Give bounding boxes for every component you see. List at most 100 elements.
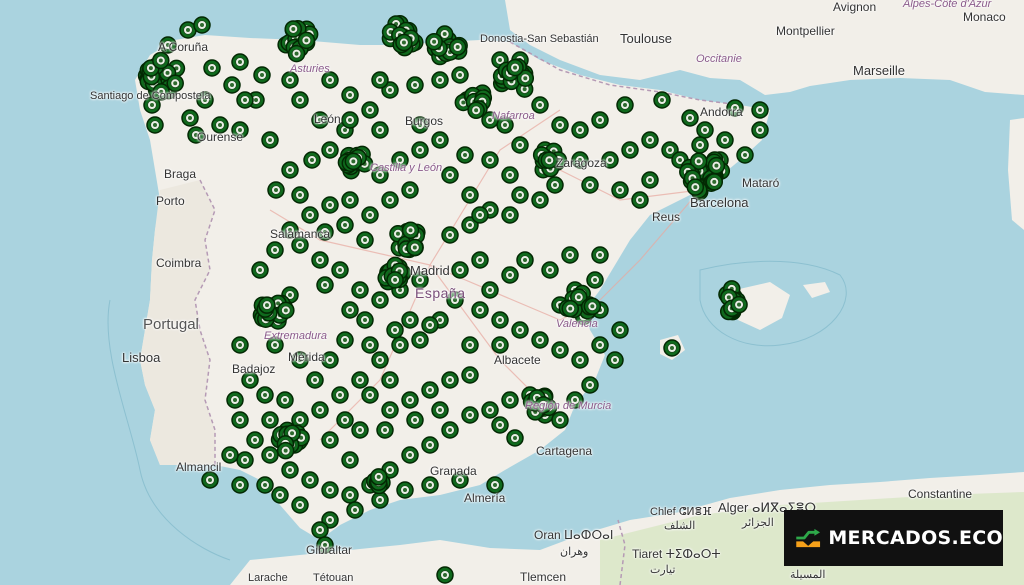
market-marker[interactable]	[361, 386, 379, 404]
market-marker[interactable]	[707, 156, 726, 175]
market-marker[interactable]	[451, 261, 469, 279]
market-marker[interactable]	[401, 391, 419, 409]
market-marker[interactable]	[301, 206, 319, 224]
market-marker[interactable]	[431, 71, 449, 89]
market-marker[interactable]	[481, 281, 499, 299]
market-marker[interactable]	[591, 246, 609, 264]
market-marker[interactable]	[381, 401, 399, 419]
market-marker[interactable]	[471, 251, 489, 269]
market-marker[interactable]	[441, 226, 459, 244]
market-marker[interactable]	[271, 486, 289, 504]
market-marker[interactable]	[541, 261, 559, 279]
market-marker[interactable]	[361, 336, 379, 354]
market-marker[interactable]	[301, 471, 319, 489]
market-marker[interactable]	[461, 406, 479, 424]
market-marker[interactable]	[456, 146, 474, 164]
market-marker[interactable]	[246, 431, 264, 449]
market-marker[interactable]	[441, 371, 459, 389]
market-marker[interactable]	[716, 131, 734, 149]
market-marker[interactable]	[251, 261, 269, 279]
market-marker[interactable]	[501, 166, 519, 184]
market-marker[interactable]	[361, 101, 379, 119]
market-marker[interactable]	[653, 91, 671, 109]
market-marker[interactable]	[356, 311, 374, 329]
market-marker[interactable]	[421, 476, 439, 494]
market-marker[interactable]	[425, 32, 443, 51]
market-marker[interactable]	[336, 411, 354, 429]
market-marker[interactable]	[663, 339, 681, 357]
market-marker[interactable]	[448, 38, 467, 56]
market-marker[interactable]	[531, 331, 549, 349]
mercados-eco-logo[interactable]: MERCADOS.ECO	[784, 510, 1003, 566]
market-marker[interactable]	[336, 331, 354, 349]
map-canvas[interactable]	[0, 0, 1024, 585]
market-marker[interactable]	[730, 295, 748, 314]
market-marker[interactable]	[256, 476, 274, 494]
market-marker[interactable]	[303, 151, 321, 169]
market-marker[interactable]	[561, 246, 579, 264]
market-marker[interactable]	[311, 251, 329, 269]
market-marker[interactable]	[511, 186, 529, 204]
market-marker[interactable]	[431, 131, 449, 149]
market-marker[interactable]	[386, 271, 404, 289]
market-marker[interactable]	[501, 391, 519, 409]
market-marker[interactable]	[583, 297, 602, 316]
market-marker[interactable]	[221, 446, 239, 464]
market-marker[interactable]	[751, 121, 769, 139]
market-marker[interactable]	[341, 301, 359, 319]
market-marker[interactable]	[551, 341, 569, 359]
market-marker[interactable]	[203, 59, 221, 77]
market-marker[interactable]	[461, 186, 479, 204]
market-marker[interactable]	[406, 238, 424, 257]
market-marker[interactable]	[371, 71, 389, 89]
market-marker[interactable]	[193, 16, 211, 34]
market-marker[interactable]	[506, 58, 524, 77]
market-marker[interactable]	[401, 446, 419, 464]
market-marker[interactable]	[266, 241, 284, 259]
market-marker[interactable]	[591, 336, 609, 354]
market-marker[interactable]	[551, 116, 569, 134]
market-marker[interactable]	[736, 146, 754, 164]
market-marker[interactable]	[231, 411, 249, 429]
market-marker[interactable]	[276, 441, 295, 460]
market-marker[interactable]	[641, 131, 659, 149]
market-marker[interactable]	[611, 181, 629, 199]
market-marker[interactable]	[351, 371, 369, 389]
market-marker[interactable]	[291, 186, 309, 204]
market-marker[interactable]	[223, 76, 241, 94]
market-marker[interactable]	[321, 481, 339, 499]
market-marker[interactable]	[371, 491, 389, 509]
market-marker[interactable]	[471, 301, 489, 319]
market-marker[interactable]	[369, 468, 388, 486]
market-marker[interactable]	[751, 101, 769, 119]
market-marker[interactable]	[376, 421, 394, 439]
market-marker[interactable]	[396, 481, 414, 499]
market-marker[interactable]	[436, 566, 454, 584]
market-marker[interactable]	[391, 336, 409, 354]
market-marker[interactable]	[341, 486, 359, 504]
market-marker[interactable]	[386, 321, 404, 339]
market-marker[interactable]	[321, 196, 339, 214]
market-marker[interactable]	[451, 66, 469, 84]
market-marker[interactable]	[346, 501, 364, 519]
market-marker[interactable]	[371, 351, 389, 369]
market-marker[interactable]	[421, 316, 439, 334]
market-marker[interactable]	[591, 111, 609, 129]
market-marker[interactable]	[231, 53, 249, 71]
market-marker[interactable]	[540, 151, 559, 169]
market-marker[interactable]	[401, 311, 419, 329]
market-marker[interactable]	[371, 121, 389, 139]
market-marker[interactable]	[511, 136, 529, 154]
market-marker[interactable]	[316, 276, 334, 294]
market-marker[interactable]	[551, 411, 569, 429]
market-marker[interactable]	[501, 206, 519, 224]
market-marker[interactable]	[467, 101, 485, 120]
market-marker[interactable]	[276, 391, 294, 409]
market-marker[interactable]	[146, 116, 164, 134]
market-marker[interactable]	[381, 191, 399, 209]
market-marker[interactable]	[341, 86, 359, 104]
market-marker[interactable]	[267, 181, 285, 199]
market-marker[interactable]	[351, 281, 369, 299]
market-marker[interactable]	[166, 74, 184, 93]
market-marker[interactable]	[401, 181, 419, 199]
